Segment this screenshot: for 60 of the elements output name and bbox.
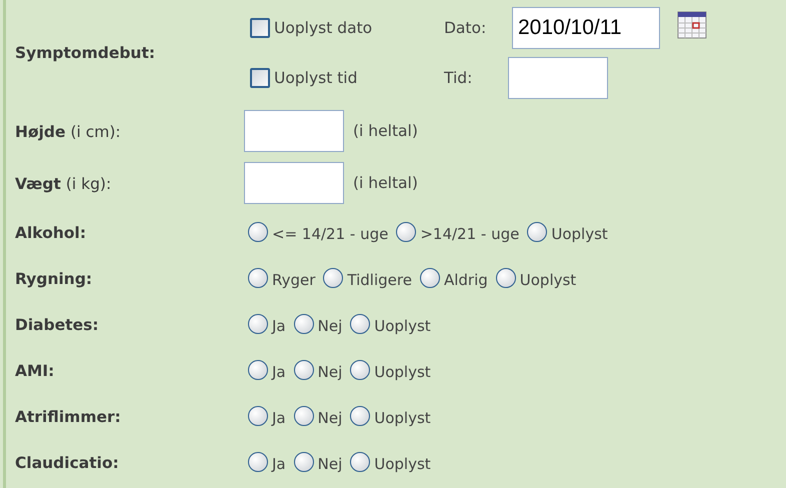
radio-label[interactable]: Ja [272, 455, 286, 473]
date-field[interactable]: 2010/10/11 [512, 6, 660, 48]
radio-button[interactable] [350, 406, 370, 426]
radio-label[interactable]: Aldrig [444, 271, 488, 289]
radio-button[interactable] [496, 268, 516, 288]
radio-label[interactable]: >14/21 - uge [420, 225, 520, 243]
field-label: Diabetes: [15, 316, 99, 334]
field-hint: (i heltal) [353, 174, 418, 192]
field-label: Symptomdebut: [15, 44, 156, 62]
field-label: Højde (i cm): [15, 122, 121, 140]
radio-button[interactable] [527, 222, 548, 242]
radio-label[interactable]: Nej [318, 409, 342, 427]
radio-button[interactable] [396, 222, 416, 242]
radio-label[interactable]: Ja [272, 317, 286, 335]
radio-label[interactable]: <= 14/21 - uge [272, 225, 388, 243]
radio-button[interactable] [248, 268, 268, 288]
radio-button[interactable] [248, 452, 268, 472]
radio-button[interactable] [248, 360, 268, 380]
field-label: Rygning: [15, 270, 92, 288]
radio-button[interactable] [294, 314, 314, 334]
radio-button[interactable] [248, 406, 268, 426]
radio-label[interactable]: Uoplyst [551, 225, 608, 243]
radio-label[interactable]: Ryger [272, 271, 316, 289]
input-field[interactable] [244, 110, 344, 152]
field-label: Vægt (i kg): [15, 174, 112, 192]
radio-label[interactable]: Uoplyst [374, 455, 431, 473]
radio-label[interactable]: Uoplyst [520, 271, 576, 289]
checkbox[interactable] [250, 68, 270, 88]
checkbox-label[interactable]: Uoplyst dato [274, 18, 444, 36]
radio-label[interactable]: Uoplyst [374, 317, 431, 335]
radio-button[interactable] [323, 268, 344, 288]
radio-button[interactable] [294, 360, 314, 380]
radio-label[interactable]: Uoplyst [374, 363, 431, 381]
radio-label[interactable]: Ja [272, 363, 286, 381]
field-hint: (i heltal) [353, 122, 418, 140]
field-label: Dato: [444, 18, 488, 36]
radio-button[interactable] [350, 452, 370, 472]
radio-button[interactable] [420, 268, 440, 288]
radio-button[interactable] [294, 406, 314, 426]
radio-button[interactable] [248, 222, 268, 242]
field-label: Atriflimmer: [15, 408, 121, 426]
radio-label[interactable]: Nej [318, 317, 342, 335]
radio-button[interactable] [248, 314, 268, 334]
radio-label[interactable]: Nej [318, 455, 342, 473]
time-field[interactable] [508, 56, 608, 98]
field-label: AMI: [15, 362, 54, 380]
radio-label[interactable]: Nej [318, 363, 342, 381]
radio-button[interactable] [350, 360, 370, 380]
input-field[interactable] [244, 162, 344, 204]
checkbox[interactable] [250, 18, 270, 38]
radio-label[interactable]: Uoplyst [374, 409, 431, 427]
radio-button[interactable] [350, 314, 370, 334]
radio-label[interactable]: Tidligere [347, 271, 412, 289]
radio-label[interactable]: Ja [272, 409, 286, 427]
radio-button[interactable] [294, 452, 314, 472]
field-label: Claudicatio: [15, 454, 119, 472]
calendar-icon[interactable] [677, 10, 707, 38]
field-label: Alkohol: [15, 224, 86, 242]
field-label: Tid: [444, 68, 474, 86]
checkbox-label[interactable]: Uoplyst tid [274, 68, 444, 86]
